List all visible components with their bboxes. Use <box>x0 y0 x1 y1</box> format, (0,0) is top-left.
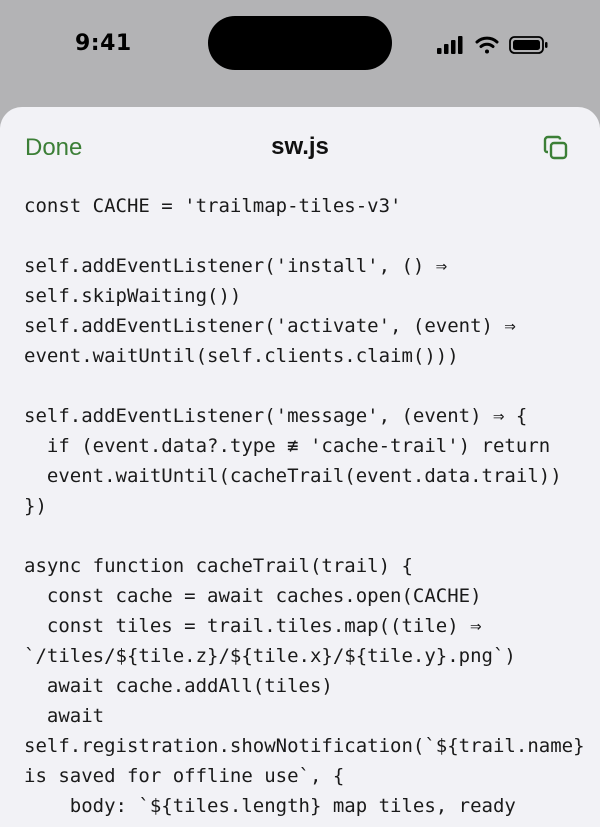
code-line: }) <box>24 495 47 517</box>
code-line: `/tiles/${tile.z}/${tile.x}/${tile.y}.pn… <box>24 645 516 667</box>
code-line: event.waitUntil(cacheTrail(event.data.tr… <box>24 465 562 487</box>
copy-button[interactable] <box>543 135 569 161</box>
status-bar: 9:41 <box>0 0 600 92</box>
dynamic-island <box>208 16 392 70</box>
code-line: if (event.data?.type ≢ 'cache-trail') re… <box>24 435 551 457</box>
code-line: body: `${tiles.length} map tiles, ready <box>24 795 516 817</box>
code-block: const CACHE = 'trailmap-tiles-v3' self.ad… <box>24 191 585 821</box>
battery-icon <box>509 36 548 54</box>
code-line: await <box>24 705 105 727</box>
code-line: self.skipWaiting()) <box>24 285 242 307</box>
code-line: self.addEventListener('install', () ⇒ <box>24 255 448 277</box>
sheet-nav-bar: Done sw.js <box>0 107 600 187</box>
status-icons <box>436 34 576 56</box>
code-line: async function cacheTrail(trail) { <box>24 555 413 577</box>
copy-icon <box>543 135 568 160</box>
status-time: 9:41 <box>75 31 132 56</box>
code-line: const tiles = trail.tiles.map((tile) ⇒ <box>24 615 482 637</box>
sheet-title: sw.js <box>271 133 329 160</box>
cellular-signal-icon <box>437 36 463 54</box>
code-line: is saved for offline use`, { <box>24 765 345 787</box>
code-line: self.registration.showNotification(`${tr… <box>24 735 585 757</box>
code-line: self.addEventListener('message', (event)… <box>24 405 528 427</box>
wifi-icon <box>475 36 499 54</box>
code-line: event.waitUntil(self.clients.claim())) <box>24 345 459 367</box>
code-line: self.addEventListener('activate', (event… <box>24 315 516 337</box>
code-line: const CACHE = 'trailmap-tiles-v3' <box>24 195 402 217</box>
code-sheet: Done sw.js const CACHE = 'trailmap-tiles… <box>0 107 600 827</box>
code-line: const cache = await caches.open(CACHE) <box>24 585 482 607</box>
code-line: await cache.addAll(tiles) <box>24 675 333 697</box>
